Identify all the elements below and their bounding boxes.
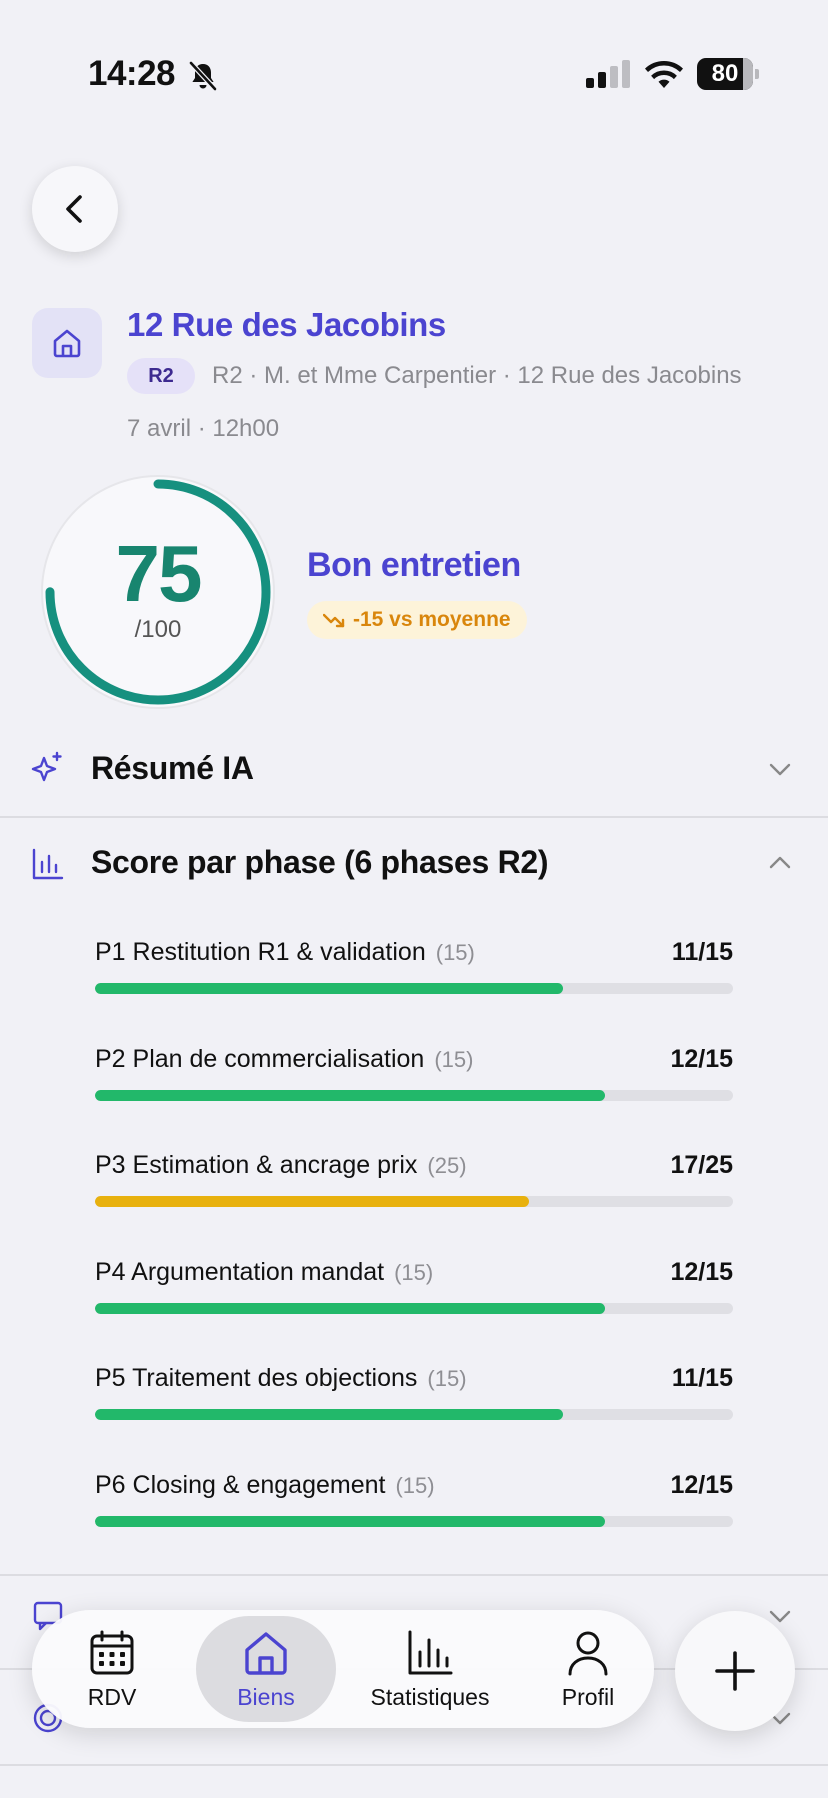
phase-max: (15) bbox=[434, 1046, 474, 1072]
nav-item-biens[interactable]: Biens bbox=[196, 1610, 336, 1728]
phase-name: P2 Plan de commercialisation bbox=[95, 1044, 425, 1073]
phase-progress-fill bbox=[95, 1196, 529, 1207]
status-bar: 14:28 80 bbox=[0, 0, 828, 150]
add-button[interactable] bbox=[675, 1611, 795, 1731]
trend-badge: -15 vs moyenne bbox=[307, 601, 527, 639]
chevron-up-icon[interactable] bbox=[764, 847, 796, 879]
phase-progress-fill bbox=[95, 983, 563, 994]
phase-name: P4 Argumentation mandat bbox=[95, 1257, 385, 1286]
nav-label-biens: Biens bbox=[237, 1683, 295, 1710]
home-icon bbox=[245, 1631, 287, 1675]
phase-max: (15) bbox=[427, 1366, 467, 1391]
property-icon-tile bbox=[32, 308, 102, 378]
phase-max: (15) bbox=[435, 940, 475, 965]
phase-progress-fill bbox=[95, 1515, 606, 1527]
nav-item-statistiques[interactable]: Statistiques bbox=[350, 1610, 510, 1728]
trend-down-icon bbox=[323, 613, 345, 628]
section-title-phases: Score par phase (6 phases R2) bbox=[91, 844, 549, 880]
bottom-nav: RDV Biens Statistiques Profil bbox=[32, 1610, 654, 1728]
phase-label: P1 Restitution R1 & validation (15) bbox=[95, 938, 475, 967]
phase-label: P4 Argumentation mandat (15) bbox=[95, 1258, 433, 1287]
phase-progress-fill bbox=[95, 1409, 563, 1420]
phase-label: P3 Estimation & ancrage prix (25) bbox=[95, 1151, 467, 1180]
phase-row: P6 Closing & engagement (15) 12/15 bbox=[95, 1471, 733, 1541]
phase-max: (25) bbox=[427, 1153, 467, 1178]
phase-name: P6 Closing & engagement bbox=[95, 1470, 386, 1499]
home-icon bbox=[53, 329, 81, 358]
battery-level: 80 bbox=[711, 60, 739, 87]
phase-score: 11/15 bbox=[671, 938, 733, 966]
meeting-badge: R2 bbox=[127, 358, 195, 394]
property-subtitle: R2 · M. et Mme Carpentier · 12 Rue des J… bbox=[212, 362, 742, 389]
score-value: 75 bbox=[115, 529, 203, 618]
phase-row: P5 Traitement des objections (15) 11/15 bbox=[95, 1364, 733, 1434]
phase-score: 12/15 bbox=[670, 1257, 733, 1286]
phase-score: 11/15 bbox=[671, 1364, 733, 1392]
phase-progress-track bbox=[95, 983, 733, 994]
phase-progress-fill bbox=[95, 1302, 606, 1314]
phase-label: P5 Traitement des objections (15) bbox=[95, 1364, 467, 1393]
phase-max: (15) bbox=[394, 1259, 434, 1285]
phase-row: P2 Plan de commercialisation (15) 12/15 bbox=[95, 1045, 733, 1115]
nav-item-rdv[interactable]: RDV bbox=[42, 1610, 182, 1728]
nav-item-profil[interactable]: Profil bbox=[518, 1610, 658, 1728]
phase-name: P5 Traitement des objections bbox=[95, 1364, 418, 1392]
phase-progress-track bbox=[95, 1089, 733, 1101]
phase-progress-fill bbox=[95, 1089, 606, 1101]
bell-muted-icon bbox=[189, 61, 217, 91]
section-score-par-phase[interactable]: Score par phase (6 phases R2) bbox=[0, 820, 828, 910]
phase-score: 17/25 bbox=[670, 1151, 733, 1179]
signal-icon bbox=[586, 60, 630, 88]
score-verdict: Bon entretien bbox=[307, 546, 521, 584]
plus-icon bbox=[715, 1651, 755, 1691]
divider bbox=[0, 816, 828, 818]
calendar-icon bbox=[90, 1630, 134, 1674]
trend-text: -15 vs moyenne bbox=[353, 608, 511, 631]
section-title-resume: Résumé IA bbox=[91, 750, 254, 786]
chevron-down-icon[interactable] bbox=[764, 753, 796, 785]
chart-icon bbox=[408, 1630, 453, 1674]
phase-name: P1 Restitution R1 & validation bbox=[95, 938, 426, 966]
nav-label-statistiques: Statistiques bbox=[370, 1683, 490, 1710]
phase-score: 12/15 bbox=[670, 1044, 733, 1073]
divider bbox=[0, 1574, 828, 1576]
phase-row: P1 Restitution R1 & validation (15) 11/15 bbox=[95, 938, 733, 1008]
score-max: /100 bbox=[134, 616, 182, 643]
bar-chart-icon bbox=[32, 848, 64, 880]
wifi-icon bbox=[645, 60, 683, 88]
phase-name: P3 Estimation & ancrage prix bbox=[95, 1151, 418, 1179]
phase-progress-track bbox=[95, 1409, 733, 1420]
property-date: 7 avril · 12h00 bbox=[127, 415, 280, 442]
nav-label-rdv: RDV bbox=[87, 1683, 137, 1710]
phase-row: P4 Argumentation mandat (15) 12/15 bbox=[95, 1258, 733, 1328]
status-time: 14:28 bbox=[88, 54, 176, 93]
phase-score: 12/15 bbox=[670, 1470, 733, 1499]
property-title: 12 Rue des Jacobins bbox=[127, 306, 446, 343]
phase-progress-track bbox=[95, 1302, 733, 1314]
phase-label: P6 Closing & engagement (15) bbox=[95, 1471, 435, 1500]
phase-row: P3 Estimation & ancrage prix (25) 17/25 bbox=[95, 1151, 733, 1221]
chevron-left-icon bbox=[66, 195, 82, 223]
battery-icon: 80 bbox=[697, 58, 759, 90]
back-button[interactable] bbox=[32, 166, 118, 252]
sparkles-icon bbox=[31, 751, 62, 782]
phase-label: P2 Plan de commercialisation (15) bbox=[95, 1045, 473, 1074]
user-icon bbox=[568, 1631, 608, 1675]
phase-progress-track bbox=[95, 1515, 733, 1527]
nav-label-profil: Profil bbox=[561, 1683, 615, 1710]
section-resume-ia[interactable]: Résumé IA bbox=[0, 724, 828, 814]
phase-max: (15) bbox=[395, 1472, 435, 1498]
phase-progress-track bbox=[95, 1196, 733, 1207]
divider bbox=[0, 1764, 828, 1766]
